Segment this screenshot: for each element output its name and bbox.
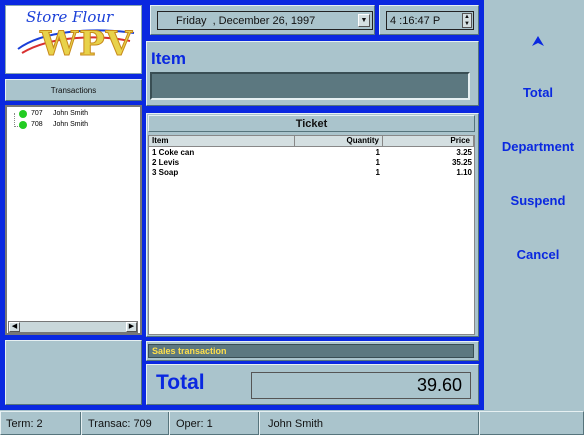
row-price: 35.25 [451, 158, 472, 167]
transactions-list[interactable]: 707 John Smith 708 John Smith [5, 105, 142, 335]
transactions-header-label: Transactions [50, 85, 97, 95]
scroll-up-icon[interactable] [530, 34, 546, 48]
status-dot-icon [19, 109, 27, 118]
user-name-label: John Smith [268, 418, 324, 430]
chevron-down-icon[interactable]: ▼ [358, 14, 370, 27]
row-item: 3 Soap [152, 168, 179, 177]
total-button[interactable]: Total [492, 85, 584, 100]
terminal-label: Term: 2 [6, 418, 43, 430]
divider [168, 412, 170, 435]
time-value: 4 :16:47 P [390, 14, 441, 27]
horizontal-scrollbar[interactable]: ◀ ▶ [8, 321, 138, 333]
row-item: 1 Coke can [152, 148, 195, 157]
row-quantity: 1 [375, 158, 380, 167]
transaction-count-label: Transac: 709 [88, 418, 152, 430]
total-value: 39.60 [251, 372, 471, 399]
status-dot-icon [19, 120, 27, 129]
transaction-item[interactable]: 707 John Smith [11, 109, 88, 118]
row-price: 3.25 [456, 148, 472, 157]
row-price: 1.10 [456, 168, 472, 177]
column-header-price[interactable]: Price [383, 136, 474, 147]
column-header-item[interactable]: Item [149, 136, 295, 147]
logo-brand-text: WPV [39, 24, 134, 65]
ticket-panel: Ticket Item Quantity Price 1 Coke can 1 … [146, 113, 479, 337]
divider [478, 412, 480, 435]
ticket-title: Ticket [148, 115, 475, 132]
time-spinner-icon[interactable]: ▲ ▼ [462, 13, 472, 28]
column-header-quantity[interactable]: Quantity [295, 136, 383, 147]
transactions-header: Transactions [5, 79, 142, 101]
row-quantity: 1 [375, 168, 380, 177]
row-item: 2 Levis [152, 158, 180, 167]
department-button[interactable]: Department [492, 139, 584, 154]
divider [80, 412, 82, 435]
operator-label: Oper: 1 [176, 418, 213, 430]
time-picker[interactable]: 4 :16:47 P ▲ ▼ [386, 11, 474, 30]
total-label: Total [156, 371, 205, 394]
table-row[interactable]: 1 Coke can 1 3.25 [149, 148, 476, 158]
table-row[interactable]: 3 Soap 1 1.10 [149, 168, 476, 178]
date-value: , December 26, 1997 [212, 14, 316, 27]
transaction-id: 708 [31, 121, 43, 128]
store-logo: Store Flour WPV [5, 5, 142, 74]
transaction-name: John Smith [53, 110, 89, 117]
left-bottom-panel [5, 340, 142, 405]
scroll-right-icon[interactable]: ▶ [126, 322, 137, 332]
item-input[interactable] [150, 72, 470, 100]
total-panel: Total 39.60 [146, 364, 479, 405]
transaction-name: John Smith [53, 121, 89, 128]
table-row[interactable]: 2 Levis 1 35.25 [149, 158, 476, 168]
date-picker[interactable]: Friday , December 26, 1997 ▼ [157, 11, 373, 30]
scroll-left-icon[interactable]: ◀ [9, 322, 20, 332]
date-day: Friday [176, 14, 207, 27]
transaction-item[interactable]: 708 John Smith [11, 120, 88, 129]
transaction-id: 707 [31, 110, 43, 117]
item-title: Item [151, 49, 186, 68]
cancel-button[interactable]: Cancel [492, 247, 584, 262]
suspend-button[interactable]: Suspend [492, 193, 584, 208]
status-panel: Sales transaction [146, 341, 479, 361]
status-message: Sales transaction [148, 344, 474, 358]
item-panel: Item [146, 41, 479, 106]
row-quantity: 1 [375, 148, 380, 157]
divider [258, 412, 260, 435]
ticket-table[interactable]: Item Quantity Price 1 Coke can 1 3.25 2 … [148, 135, 475, 335]
